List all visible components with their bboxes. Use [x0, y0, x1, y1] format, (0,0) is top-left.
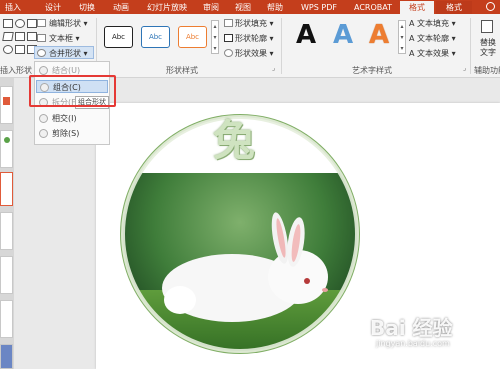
- watermark-url: jingyan.baidu.com: [376, 339, 450, 348]
- watermark-logo: Bai 经验: [370, 316, 453, 340]
- menu-item-subtract[interactable]: 剪除(S): [36, 127, 108, 140]
- rabbit-char-title[interactable]: 兔: [213, 116, 255, 166]
- menu-item-intersect[interactable]: 相交(I): [36, 112, 108, 125]
- highlight-annotation: [29, 75, 116, 107]
